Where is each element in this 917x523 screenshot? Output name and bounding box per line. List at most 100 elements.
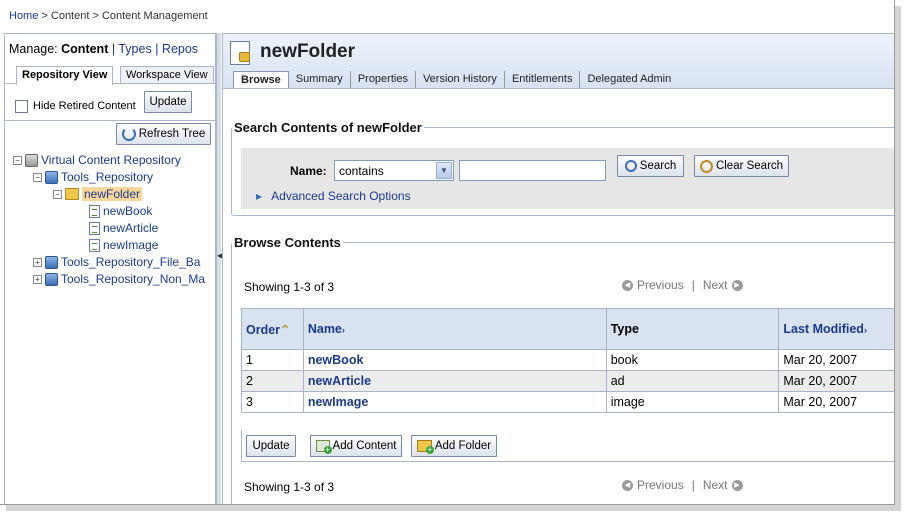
add-content-button[interactable]: + Add Content [310,435,402,457]
add-folder-button[interactable]: + Add Folder [411,435,497,457]
tree-item-label[interactable]: newArticle [103,221,158,235]
tree-node-item[interactable]: newImage [89,237,158,253]
view-tabs: Repository View Workspace View [5,64,215,85]
next-link[interactable]: Next [703,478,728,492]
tree-node-tools-repository[interactable]: − Tools_Repository [33,169,153,185]
database-icon [45,255,58,269]
collapse-icon[interactable]: − [53,189,62,199]
tree-node-root[interactable]: − Virtual Content Repository [13,152,181,168]
cell-modified: Mar 20, 2007 [778,349,894,371]
content-item-icon [89,238,100,252]
manage-current: Content [61,42,109,56]
manage-types-link[interactable]: Types [118,42,151,56]
tab-summary[interactable]: Summary [289,71,351,88]
previous-link[interactable]: Previous [637,278,684,292]
locked-folder-icon [230,41,250,65]
column-last-modified[interactable]: Last Modified› [778,308,894,350]
tree-node-item[interactable]: newBook [89,203,152,219]
content-item-icon [89,204,100,218]
tab-delegated-admin[interactable]: Delegated Admin [580,71,678,88]
tree-repo-label[interactable]: Tools_Repository [61,170,153,184]
previous-icon[interactable]: ◀ [622,479,633,491]
tab-properties[interactable]: Properties [351,71,416,88]
manage-label: Manage: [9,42,58,56]
update-tree-button[interactable]: Update [144,91,192,113]
search-button[interactable]: Search [617,155,684,177]
sort-icon[interactable]: › [342,325,345,335]
sort-ascending-icon[interactable]: ⌃ [280,323,290,337]
repository-icon [25,153,38,167]
refresh-tree-button[interactable]: Refresh Tree [116,123,211,145]
collapse-icon[interactable]: − [33,172,42,182]
name-operator-select[interactable]: contains ▼ [334,160,454,181]
update-order-button[interactable]: Update [246,435,296,457]
clear-search-button[interactable]: Clear Search [694,155,789,177]
table-row: 2 newArticle ad Mar 20, 2007 [241,370,894,392]
clear-search-icon [699,159,713,173]
manage-bar: Manage: Content | Types | Repos [9,42,199,56]
previous-link[interactable]: Previous [637,478,684,492]
tab-browse[interactable]: Browse [233,71,289,88]
cell-type: book [605,349,780,371]
tab-version-history[interactable]: Version History [416,71,505,88]
tree-node-newfolder[interactable]: − newFolder [53,186,143,202]
content-tabs: Browse Summary Properties Version Histor… [233,71,678,88]
tab-workspace-view[interactable]: Workspace View [120,66,214,83]
tree-item-label[interactable]: newBook [103,204,152,218]
column-name-label[interactable]: Name [308,322,342,336]
cell-name-link[interactable]: newBook [302,349,607,371]
advanced-search-label[interactable]: Advanced Search Options [271,189,410,203]
tab-entitlements[interactable]: Entitlements [505,71,581,88]
results-count-top: Showing 1-3 of 3 [244,280,335,294]
folder-icon [65,188,79,200]
tree-node-non-managed-repository[interactable]: + Tools_Repository_Non_Ma [33,271,205,287]
tree-node-item[interactable]: newArticle [89,220,158,236]
tree-repo-label[interactable]: Tools_Repository_File_Ba [61,255,200,269]
tab-repository-view[interactable]: Repository View [16,66,114,85]
collapse-icon[interactable]: − [13,155,22,165]
tree-item-label[interactable]: newImage [103,238,158,252]
tree-root-label[interactable]: Virtual Content Repository [41,153,181,167]
cell-name-link[interactable]: newArticle [302,370,607,392]
next-icon[interactable]: ▶ [731,479,743,491]
tree-node-file-based-repository[interactable]: + Tools_Repository_File_Ba [33,254,200,270]
cell-order: 1 [241,349,304,371]
search-button-label: Search [639,160,677,172]
page-title: newFolder [260,41,356,62]
expand-icon[interactable]: + [33,257,42,267]
next-icon[interactable]: ▶ [731,279,743,291]
previous-icon[interactable]: ◀ [622,279,633,291]
breadcrumb-home-link[interactable]: Home [9,10,38,22]
expand-triangle-icon: ▶ [256,191,263,201]
next-link[interactable]: Next [703,278,728,292]
cell-order: 3 [241,391,304,413]
expand-icon[interactable]: + [33,274,42,284]
hide-retired-label: Hide Retired Content [33,100,136,112]
sort-icon[interactable]: › [864,325,867,335]
column-order-label[interactable]: Order [246,323,280,337]
name-search-input[interactable] [459,160,606,181]
browse-legend: Browse Contents [234,235,341,250]
app-window: Home > Content > Content Management Mana… [0,0,895,505]
search-legend: Search Contents of newFolder [234,120,422,135]
database-icon [45,170,58,184]
cell-name-link[interactable]: newImage [302,391,607,413]
name-label: Name: [290,164,327,178]
main-panel: newFolder Browse Summary Properties Vers… [222,33,894,504]
advanced-search-link[interactable]: ▶ Advanced Search Options [256,189,411,203]
search-icon [624,160,637,172]
cell-modified: Mar 20, 2007 [778,391,894,413]
cell-type: ad [605,370,780,392]
column-name[interactable]: Name› [302,308,607,350]
chevron-down-icon[interactable]: ▼ [436,162,452,179]
database-icon [45,272,58,286]
column-modified-label[interactable]: Last Modified [783,322,864,336]
manage-repos-link[interactable]: Repos [162,42,198,56]
column-order[interactable]: Order⌃ [241,308,304,350]
add-folder-label: Add Folder [434,440,492,452]
tree-repo-label[interactable]: Tools_Repository_Non_Ma [61,272,205,286]
tree-folder-label[interactable]: newFolder [82,187,143,201]
panel-splitter[interactable]: ◀ [216,33,223,504]
hide-retired-checkbox[interactable] [15,100,28,113]
cell-type: image [605,391,780,413]
